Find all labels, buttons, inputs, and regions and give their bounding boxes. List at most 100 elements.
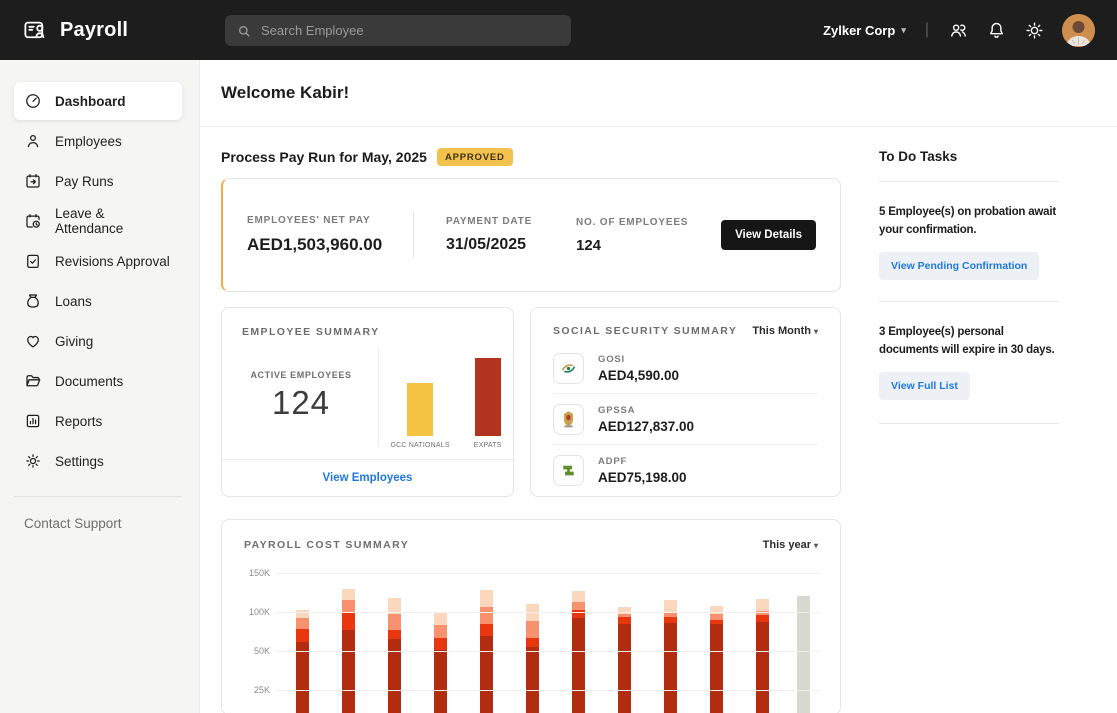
payroll-bar-jun-tier-2	[526, 638, 539, 647]
stat-label: PAYMENT DATE	[446, 216, 576, 227]
social-security-card: SOCIAL SECURITY SUMMARY This Month▾ GOSI	[530, 307, 841, 497]
payroll-bar-oct-tier-1	[710, 624, 723, 713]
user-avatar[interactable]	[1062, 14, 1095, 47]
pay-runs-icon	[24, 172, 42, 190]
todo-panel: To Do Tasks 5 Employee(s) on probation a…	[879, 148, 1059, 713]
payment-date-stat: PAYMENT DATE 31/05/2025	[446, 216, 576, 254]
notifications-bell-icon[interactable]	[986, 20, 1007, 41]
settings-gear-icon	[24, 452, 42, 470]
sidebar-item-employees[interactable]: Employees	[14, 122, 182, 160]
stat-label: NO. OF EMPLOYEES	[576, 217, 721, 228]
app-logo: Payroll	[0, 17, 128, 44]
payroll-bar-mar-tier-3	[388, 614, 401, 630]
social-security-row: GPSSA AED127,837.00	[553, 393, 818, 444]
payroll-bar-nov-tier-1	[756, 622, 769, 713]
payroll-bar-jan-tier-2	[296, 629, 309, 641]
stat-divider	[413, 212, 414, 258]
provider-amount: AED75,198.00	[598, 470, 687, 485]
payroll-bar-apr-tier-2	[434, 638, 447, 650]
social-security-title: SOCIAL SECURITY SUMMARY	[553, 325, 737, 337]
org-switcher[interactable]: Zylker Corp ▾	[823, 23, 906, 38]
sidebar-item-label: Dashboard	[55, 94, 126, 109]
payroll-bar-aug-tier-2	[618, 617, 631, 624]
y-axis-tick: 100K	[244, 607, 270, 617]
contact-support-link[interactable]: Contact Support	[24, 516, 175, 531]
payroll-bar-jan-tier-1	[296, 642, 309, 713]
sidebar: Dashboard Employees Pay Runs Leave & Att…	[0, 60, 200, 713]
employee-count-stat: NO. OF EMPLOYEES 124	[576, 217, 721, 254]
payroll-bar-jun-tier-3	[526, 621, 539, 637]
payroll-bar-aug-tier-4	[618, 607, 631, 615]
view-details-button[interactable]: View Details	[721, 220, 816, 250]
revisions-approval-icon	[24, 252, 42, 270]
sidebar-item-leave-attendance[interactable]: Leave & Attendance	[14, 202, 182, 240]
stat-label: EMPLOYEES' NET PAY	[247, 215, 413, 226]
chevron-down-icon: ▾	[814, 327, 818, 336]
employee-summary-card: EMPLOYEE SUMMARY ACTIVE EMPLOYEES 124	[221, 307, 514, 497]
search-input[interactable]	[261, 23, 560, 38]
sidebar-item-dashboard[interactable]: Dashboard	[14, 82, 182, 120]
y-axis-tick: 150K	[244, 568, 270, 578]
topbar: Payroll Zylker Corp ▾ |	[0, 0, 1117, 60]
sidebar-item-label: Leave & Attendance	[55, 206, 172, 236]
provider-amount: AED4,590.00	[598, 368, 679, 383]
employees-icon	[24, 132, 42, 150]
todo-divider	[879, 423, 1059, 424]
adpf-logo	[553, 455, 584, 486]
employee-chart-label: GCC NATIONALS	[390, 442, 449, 449]
net-pay-stat: EMPLOYEES' NET PAY AED1,503,960.00	[247, 215, 413, 255]
welcome-header: Welcome Kabir!	[200, 60, 1117, 127]
gear-icon[interactable]	[1024, 20, 1045, 41]
social-security-row: ADPF AED75,198.00	[553, 444, 818, 495]
payroll-bar-feb-tier-4	[342, 589, 355, 599]
todo-task-text: 3 Employee(s) personal documents will ex…	[879, 323, 1059, 360]
year-dropdown[interactable]: This year▾	[763, 539, 818, 551]
employee-chart-label: EXPATS	[474, 442, 502, 449]
users-icon[interactable]	[948, 20, 969, 41]
payroll-bar-mar-tier-2	[388, 630, 401, 639]
view-employees-link[interactable]: View Employees	[323, 472, 413, 484]
sidebar-item-label: Employees	[55, 134, 122, 149]
giving-heart-icon	[24, 332, 42, 350]
payroll-bar-jul-tier-4	[572, 591, 585, 602]
sidebar-item-pay-runs[interactable]: Pay Runs	[14, 162, 182, 200]
y-axis-tick: 50K	[244, 646, 270, 656]
payroll-bar-may-tier-1	[480, 636, 493, 713]
loans-icon	[24, 292, 42, 310]
payroll-cost-card: PAYROLL COST SUMMARY This year▾ 150K100K…	[221, 519, 841, 713]
payroll-bar-jan-tier-3	[296, 618, 309, 629]
dashboard-icon	[24, 92, 42, 110]
sidebar-item-label: Giving	[55, 334, 93, 349]
payroll-bar-nov-tier-4	[756, 599, 769, 611]
sidebar-item-label: Revisions Approval	[55, 254, 170, 269]
payroll-bar-oct-tier-2	[710, 620, 723, 625]
sidebar-item-label: Reports	[55, 414, 102, 429]
employee-search[interactable]	[225, 15, 571, 46]
payroll-bar-feb-tier-1	[342, 630, 355, 713]
sidebar-item-documents[interactable]: Documents	[14, 362, 182, 400]
view-pending-confirmation-button[interactable]: View Pending Confirmation	[879, 252, 1039, 280]
y-axis-tick: 25K	[244, 685, 270, 695]
status-badge: APPROVED	[437, 148, 513, 166]
payroll-bar-may-tier-3	[480, 607, 493, 625]
topbar-separator: |	[925, 21, 929, 39]
payroll-bar-feb-tier-2	[342, 612, 355, 630]
payroll-bar-sep-tier-2	[664, 617, 677, 623]
provider-name: GPSSA	[598, 405, 694, 416]
sidebar-item-loans[interactable]: Loans	[14, 282, 182, 320]
gridline	[276, 573, 821, 574]
gridline	[276, 690, 821, 691]
sidebar-item-label: Loans	[55, 294, 92, 309]
period-dropdown[interactable]: This Month▾	[752, 325, 818, 337]
gridline	[276, 612, 821, 613]
payroll-chart: 150K 100K 50K 25K	[244, 560, 818, 713]
todo-task-text: 5 Employee(s) on probation await your co…	[879, 203, 1059, 240]
sidebar-item-reports[interactable]: Reports	[14, 402, 182, 440]
payroll-bar-sep-tier-4	[664, 600, 677, 612]
view-full-list-button[interactable]: View Full List	[879, 372, 970, 400]
sidebar-item-revisions-approval[interactable]: Revisions Approval	[14, 242, 182, 280]
todo-title: To Do Tasks	[879, 149, 1059, 164]
payroll-bar-aug-tier-1	[618, 624, 631, 713]
sidebar-item-settings[interactable]: Settings	[14, 442, 182, 480]
sidebar-item-giving[interactable]: Giving	[14, 322, 182, 360]
